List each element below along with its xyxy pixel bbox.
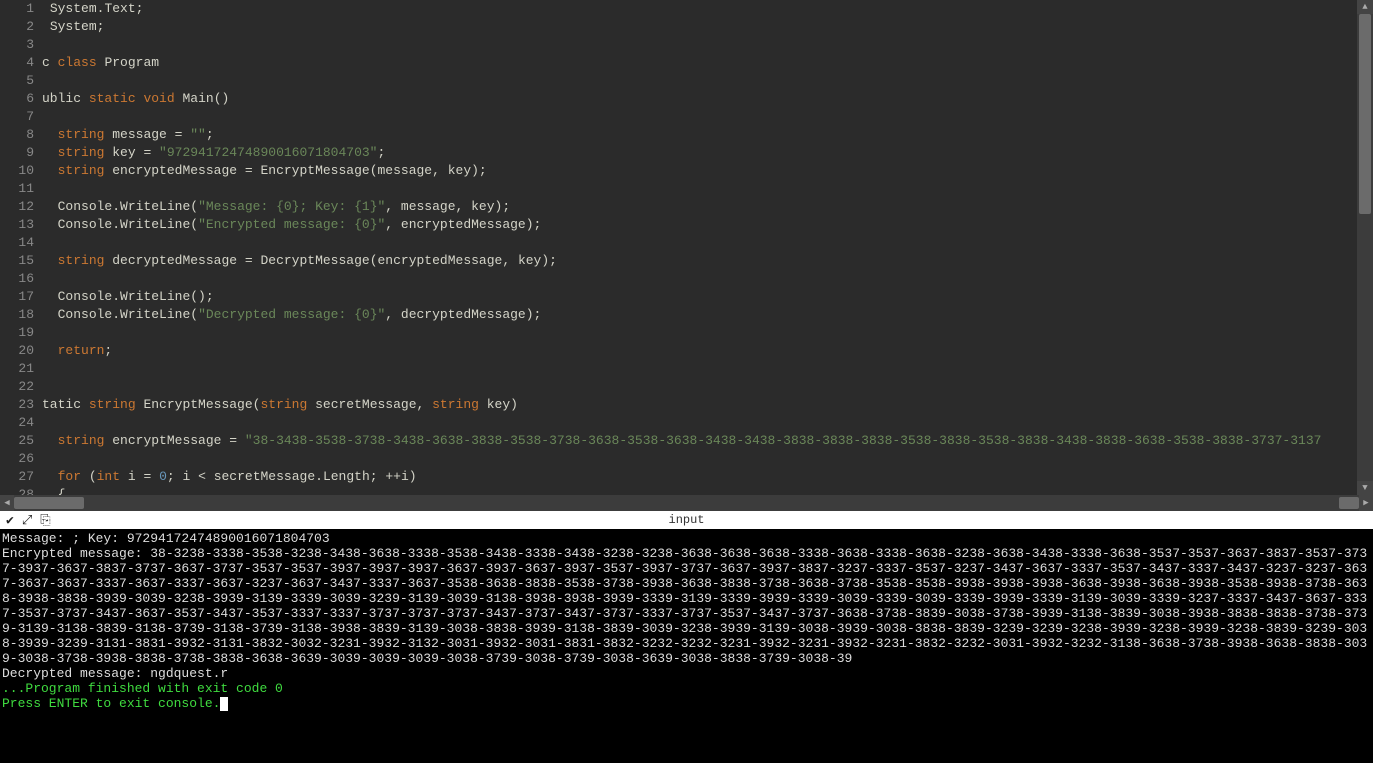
code-line[interactable] bbox=[42, 360, 1357, 378]
scroll-left-arrow[interactable]: ◀ bbox=[0, 495, 14, 511]
console-line: Encrypted message: 38-3238-3338-3538-323… bbox=[2, 546, 1371, 666]
code-line[interactable]: string message = ""; bbox=[42, 126, 1357, 144]
scroll-down-arrow[interactable]: ▼ bbox=[1357, 481, 1373, 495]
code-line[interactable]: return; bbox=[42, 342, 1357, 360]
console-prompt: Press ENTER to exit console. bbox=[2, 696, 1371, 711]
line-number: 14 bbox=[4, 234, 34, 252]
line-number: 7 bbox=[4, 108, 34, 126]
code-area[interactable]: System.Text; System; c class Program ublic… bbox=[42, 0, 1357, 495]
line-number: 5 bbox=[4, 72, 34, 90]
line-number: 11 bbox=[4, 180, 34, 198]
line-number: 18 bbox=[4, 306, 34, 324]
line-number: 4 bbox=[4, 54, 34, 72]
line-number: 24 bbox=[4, 414, 34, 432]
code-line[interactable] bbox=[42, 378, 1357, 396]
line-number: 19 bbox=[4, 324, 34, 342]
code-line[interactable] bbox=[42, 36, 1357, 54]
console-output[interactable]: Message: ; Key: 972941724748900160718047… bbox=[0, 529, 1373, 763]
scroll-up-arrow[interactable]: ▲ bbox=[1357, 0, 1373, 14]
line-number: 21 bbox=[4, 360, 34, 378]
code-line[interactable] bbox=[42, 234, 1357, 252]
line-number: 6 bbox=[4, 90, 34, 108]
code-line[interactable]: c class Program bbox=[42, 54, 1357, 72]
expand-icon[interactable]: ⤢ bbox=[22, 514, 32, 527]
line-number: 20 bbox=[4, 342, 34, 360]
line-number: 16 bbox=[4, 270, 34, 288]
code-line[interactable]: string decryptedMessage = DecryptMessage… bbox=[42, 252, 1357, 270]
hscroll-track[interactable] bbox=[14, 495, 1359, 511]
code-line[interactable] bbox=[42, 324, 1357, 342]
code-editor[interactable]: 1234567891011121314151617181920212223242… bbox=[0, 0, 1373, 495]
scroll-right-arrow[interactable]: ▶ bbox=[1359, 495, 1373, 511]
copy-icon[interactable]: ⎘ bbox=[40, 514, 50, 527]
code-line[interactable]: Console.WriteLine("Encrypted message: {0… bbox=[42, 216, 1357, 234]
code-line[interactable]: System; bbox=[42, 18, 1357, 36]
code-line[interactable]: string encryptMessage = "38-3438-3538-37… bbox=[42, 432, 1357, 450]
hscroll-thumb[interactable] bbox=[14, 497, 84, 509]
line-number: 3 bbox=[4, 36, 34, 54]
console-line: ...Program finished with exit code 0 bbox=[2, 681, 1371, 696]
editor-pane: 1234567891011121314151617181920212223242… bbox=[0, 0, 1373, 511]
console-toolbar: ✔ ⤢ ⎘ input bbox=[0, 511, 1373, 529]
line-number: 13 bbox=[4, 216, 34, 234]
line-number: 2 bbox=[4, 18, 34, 36]
line-number: 10 bbox=[4, 162, 34, 180]
vscroll-thumb[interactable] bbox=[1359, 14, 1371, 214]
line-number: 26 bbox=[4, 450, 34, 468]
line-number: 27 bbox=[4, 468, 34, 486]
code-line[interactable]: { bbox=[42, 486, 1357, 495]
console-title: input bbox=[668, 513, 704, 527]
line-number: 9 bbox=[4, 144, 34, 162]
code-line[interactable]: ublic static void Main() bbox=[42, 90, 1357, 108]
code-line[interactable] bbox=[42, 270, 1357, 288]
code-line[interactable] bbox=[42, 414, 1357, 432]
cursor bbox=[220, 697, 228, 711]
code-line[interactable]: tatic string EncryptMessage(string secre… bbox=[42, 396, 1357, 414]
horizontal-scrollbar[interactable]: ◀ ▶ bbox=[0, 495, 1373, 511]
hscroll-thumb-end[interactable] bbox=[1339, 497, 1359, 509]
line-number: 17 bbox=[4, 288, 34, 306]
code-line[interactable]: System.Text; bbox=[42, 0, 1357, 18]
line-number-gutter: 1234567891011121314151617181920212223242… bbox=[0, 0, 42, 495]
line-number: 8 bbox=[4, 126, 34, 144]
vertical-scrollbar[interactable]: ▲ ▼ bbox=[1357, 0, 1373, 495]
line-number: 1 bbox=[4, 0, 34, 18]
code-line[interactable]: string encryptedMessage = EncryptMessage… bbox=[42, 162, 1357, 180]
line-number: 15 bbox=[4, 252, 34, 270]
code-line[interactable]: Console.WriteLine("Decrypted message: {0… bbox=[42, 306, 1357, 324]
code-line[interactable]: Console.WriteLine("Message: {0}; Key: {1… bbox=[42, 198, 1357, 216]
vscroll-track[interactable] bbox=[1357, 14, 1373, 481]
console-line: Decrypted message: ngdquest.r bbox=[2, 666, 1371, 681]
code-line[interactable] bbox=[42, 72, 1357, 90]
code-line[interactable] bbox=[42, 450, 1357, 468]
code-line[interactable] bbox=[42, 180, 1357, 198]
code-line[interactable] bbox=[42, 108, 1357, 126]
line-number: 28 bbox=[4, 486, 34, 495]
console-line: Message: ; Key: 972941724748900160718047… bbox=[2, 531, 1371, 546]
line-number: 12 bbox=[4, 198, 34, 216]
line-number: 22 bbox=[4, 378, 34, 396]
code-line[interactable]: Console.WriteLine(); bbox=[42, 288, 1357, 306]
code-line[interactable]: string key = "97294172474890016071804703… bbox=[42, 144, 1357, 162]
code-line[interactable]: for (int i = 0; i < secretMessage.Length… bbox=[42, 468, 1357, 486]
line-number: 23 bbox=[4, 396, 34, 414]
line-number: 25 bbox=[4, 432, 34, 450]
check-icon[interactable]: ✔ bbox=[6, 514, 14, 527]
